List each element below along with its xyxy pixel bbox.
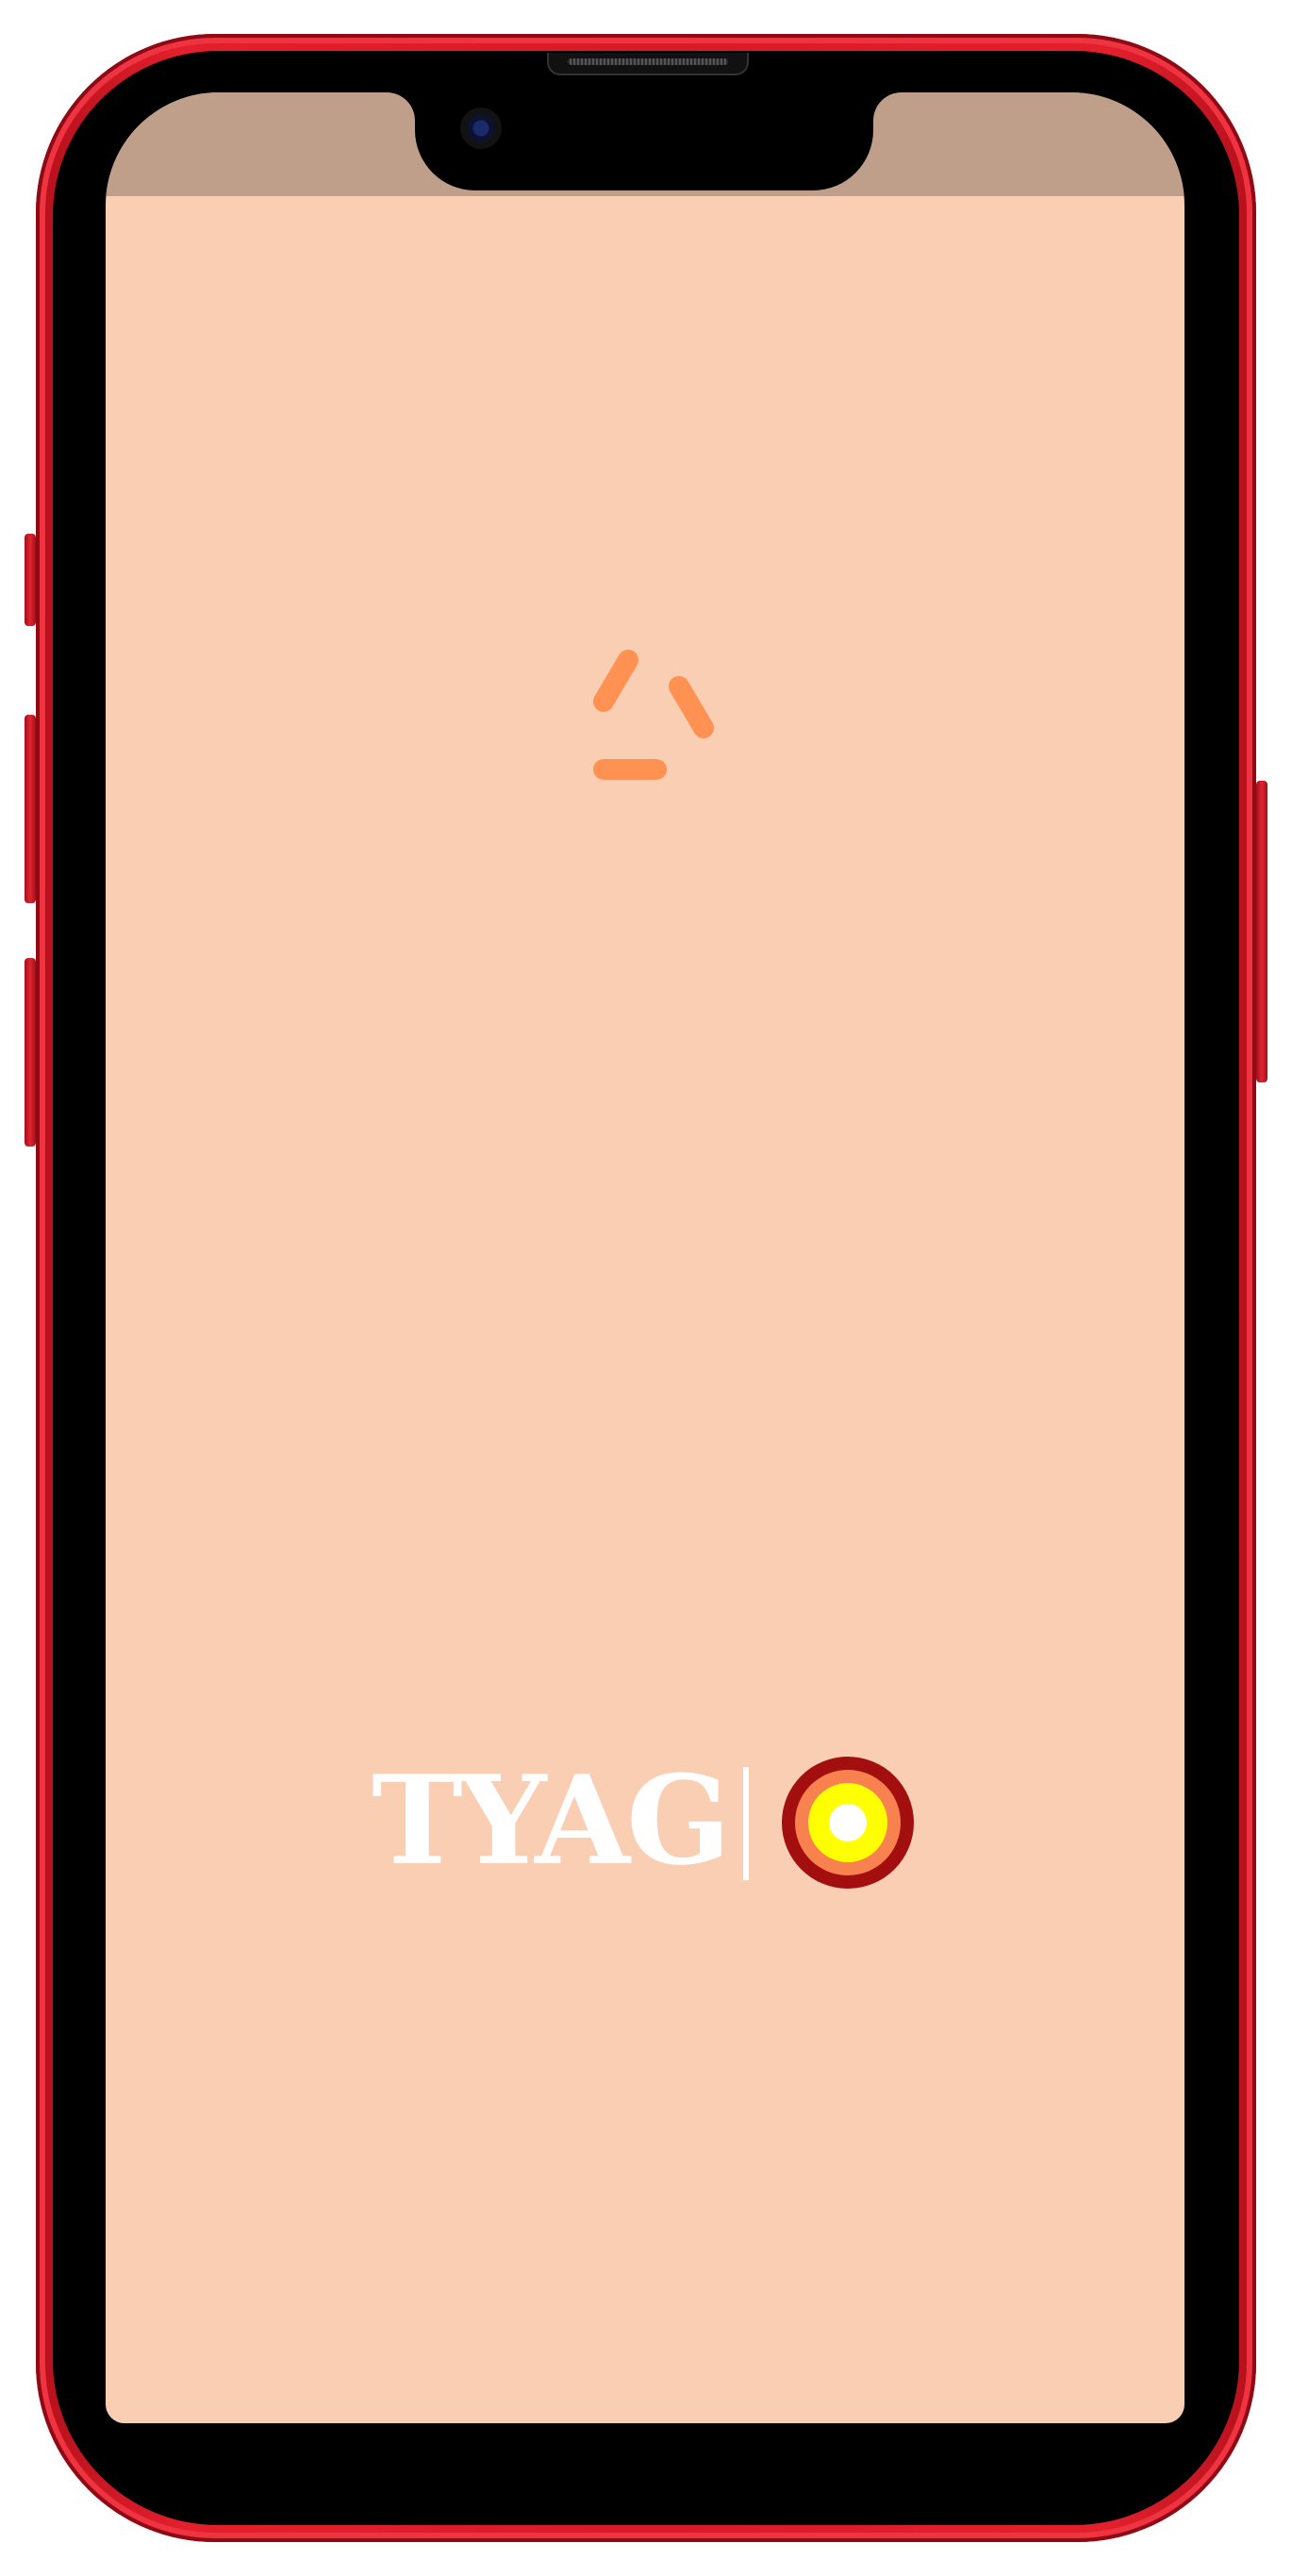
spinner-segment-right xyxy=(669,676,714,738)
brand-logo: TYAG xyxy=(372,1752,920,1891)
target-ring-logo-icon xyxy=(782,1757,914,1889)
earpiece-speaker xyxy=(547,53,749,75)
power-button xyxy=(1256,781,1267,1082)
front-camera-icon xyxy=(460,107,502,149)
brand-divider xyxy=(743,1767,749,1880)
spinner-segment-left xyxy=(593,650,638,712)
loading-spinner-icon xyxy=(593,650,714,780)
speaker-grill xyxy=(568,58,728,65)
volume-up-button xyxy=(25,715,36,903)
volume-down-button xyxy=(25,958,36,1147)
app-screen xyxy=(106,92,1184,2423)
silent-switch xyxy=(25,534,36,626)
brand-name: TYAG xyxy=(372,1748,731,1892)
